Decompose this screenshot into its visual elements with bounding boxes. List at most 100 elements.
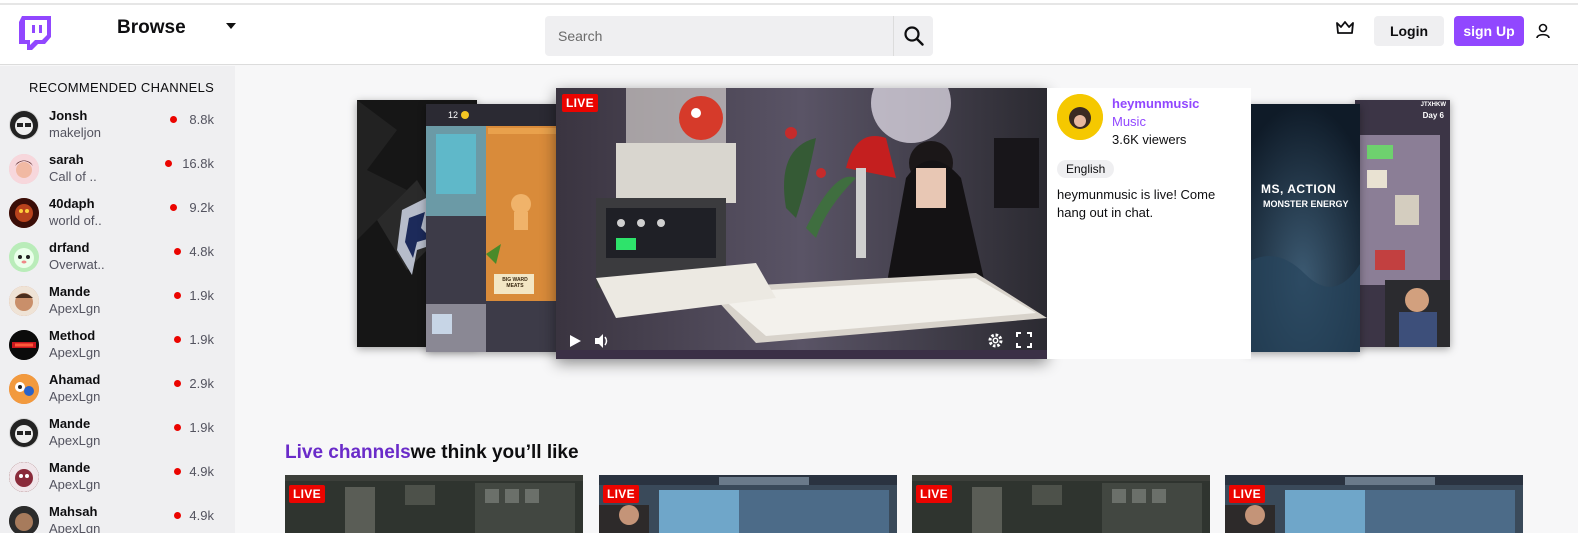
- promo-subtext: MONSTER ENERGY: [1263, 199, 1349, 209]
- avatar: [9, 110, 39, 140]
- live-badge: LIVE: [916, 485, 952, 503]
- viewer-count: 4.9k: [189, 508, 214, 523]
- carousel-card-far-right[interactable]: JTXHKW Day 6: [1355, 100, 1450, 347]
- sidebar-channel-item[interactable]: Ahamad ApexLgn 2.9k: [0, 370, 235, 414]
- live-badge: LIVE: [1229, 485, 1265, 503]
- live-dot-icon: [170, 116, 177, 123]
- live-channel-card[interactable]: LIVE: [599, 475, 897, 533]
- search-button[interactable]: [893, 16, 933, 56]
- channel-tag: JTXHKW: [1420, 102, 1446, 108]
- volume-icon[interactable]: [594, 333, 610, 349]
- live-channel-card[interactable]: LIVE: [912, 475, 1210, 533]
- channel-game: ApexLgn: [49, 477, 101, 492]
- stream-thumbnail: [1245, 104, 1360, 352]
- game-sign: BIG WARD MEATS: [502, 277, 528, 289]
- channel-game: Overwat..: [49, 257, 105, 272]
- featured-game-link[interactable]: Music: [1112, 114, 1146, 129]
- avatar[interactable]: [1057, 94, 1103, 140]
- sidebar: RECOMMENDED CHANNELS Jonsh makeljon 8.8k…: [0, 66, 235, 533]
- carousel-card-right[interactable]: MS, ACTION MONSTER ENERGY: [1245, 104, 1360, 352]
- channel-name: Mahsah: [49, 504, 98, 519]
- sidebar-channel-item[interactable]: Jonsh makeljon 8.8k: [0, 106, 235, 150]
- channel-game: ApexLgn: [49, 389, 101, 404]
- channel-game: ApexLgn: [49, 345, 101, 360]
- sidebar-channel-item[interactable]: Mahsah ApexLgn 4.9k: [0, 502, 235, 533]
- channel-name: Jonsh: [49, 108, 88, 123]
- avatar: [9, 418, 39, 448]
- stream-thumbnail: [599, 475, 897, 533]
- stream-thumbnail: [1225, 475, 1523, 533]
- viewer-count: 2.9k: [189, 376, 214, 391]
- search-icon: [903, 26, 924, 46]
- sidebar-channel-item[interactable]: Mande ApexLgn 1.9k: [0, 282, 235, 326]
- live-dot-icon: [165, 160, 172, 167]
- stream-thumbnail: [426, 104, 561, 352]
- settings-gear-icon[interactable]: [987, 332, 1004, 349]
- avatar: [9, 286, 39, 316]
- live-badge: LIVE: [289, 485, 325, 503]
- sidebar-channel-item[interactable]: Method ApexLgn 1.9k: [0, 326, 235, 370]
- signup-button[interactable]: sign Up: [1454, 16, 1524, 46]
- stream-thumbnail: [1355, 100, 1450, 347]
- browse-menu[interactable]: Browse: [117, 17, 186, 39]
- carousel-card-left[interactable]: 12 BIG WARD MEATS: [426, 104, 561, 352]
- stream-thumbnail: [285, 475, 583, 533]
- viewer-count: 16.8k: [182, 156, 214, 171]
- login-button[interactable]: Login: [1374, 16, 1444, 46]
- featured-channel-name[interactable]: heymunmusic: [1112, 96, 1199, 111]
- sidebar-channel-item[interactable]: Mande ApexLgn 1.9k: [0, 414, 235, 458]
- section-title-accent: Live channels: [285, 442, 411, 463]
- channel-name: Method: [49, 328, 96, 343]
- chevron-down-icon[interactable]: [226, 23, 236, 29]
- prime-crown-icon[interactable]: [1336, 21, 1354, 35]
- featured-video-player[interactable]: LIVE: [556, 88, 1047, 359]
- live-dot-icon: [174, 512, 181, 519]
- twitch-logo-icon[interactable]: [19, 16, 51, 50]
- channel-name: Mande: [49, 416, 91, 431]
- channel-name: Mande: [49, 284, 91, 299]
- language-tag[interactable]: English: [1057, 160, 1115, 178]
- live-dot-icon: [174, 468, 181, 475]
- search-input[interactable]: [545, 16, 892, 56]
- fullscreen-icon[interactable]: [1016, 332, 1032, 348]
- channel-game: ApexLgn: [49, 521, 101, 533]
- sidebar-channel-item[interactable]: drfand Overwat.. 4.8k: [0, 238, 235, 282]
- featured-channel-info: heymunmusic Music 3.6K viewers English h…: [1047, 88, 1251, 359]
- avatar: [9, 462, 39, 492]
- viewer-count: 1.9k: [189, 332, 214, 347]
- user-icon[interactable]: [1535, 23, 1551, 39]
- channel-game: ApexLgn: [49, 433, 101, 448]
- day-label: Day 6: [1422, 111, 1444, 120]
- channel-name: drfand: [49, 240, 90, 255]
- channel-name: Mande: [49, 460, 91, 475]
- sidebar-channel-item[interactable]: sarah Call of .. 16.8k: [0, 150, 235, 194]
- avatar: [9, 374, 39, 404]
- live-badge: LIVE: [603, 485, 639, 503]
- search-bar: [545, 16, 933, 56]
- live-dot-icon: [170, 204, 177, 211]
- viewer-count: 8.8k: [189, 112, 214, 127]
- channel-game: Call of ..: [49, 169, 97, 184]
- live-dot-icon: [174, 380, 181, 387]
- promo-headline: MS, ACTION: [1261, 182, 1337, 196]
- play-icon[interactable]: [568, 334, 582, 348]
- avatar: [9, 154, 39, 184]
- stream-thumbnail: [912, 475, 1210, 533]
- channel-name: sarah: [49, 152, 84, 167]
- top-nav: Browse Login sign Up: [0, 5, 1578, 65]
- game-counter: 12: [448, 110, 459, 120]
- section-title-rest: we think you’ll like: [410, 442, 579, 463]
- sidebar-channel-item[interactable]: Mande ApexLgn 4.9k: [0, 458, 235, 502]
- channel-name: 40daph: [49, 196, 95, 211]
- sidebar-channel-item[interactable]: 40daph world of.. 9.2k: [0, 194, 235, 238]
- live-dot-icon: [174, 336, 181, 343]
- live-channel-card[interactable]: LIVE: [285, 475, 583, 533]
- live-dot-icon: [174, 248, 181, 255]
- live-dot-icon: [174, 292, 181, 299]
- viewer-count: 4.9k: [189, 464, 214, 479]
- channel-game: world of..: [49, 213, 102, 228]
- avatar: [9, 506, 39, 533]
- section-title: Live channelswe think you’ll like: [285, 442, 579, 464]
- live-channel-card[interactable]: LIVE: [1225, 475, 1523, 533]
- avatar: [9, 198, 39, 228]
